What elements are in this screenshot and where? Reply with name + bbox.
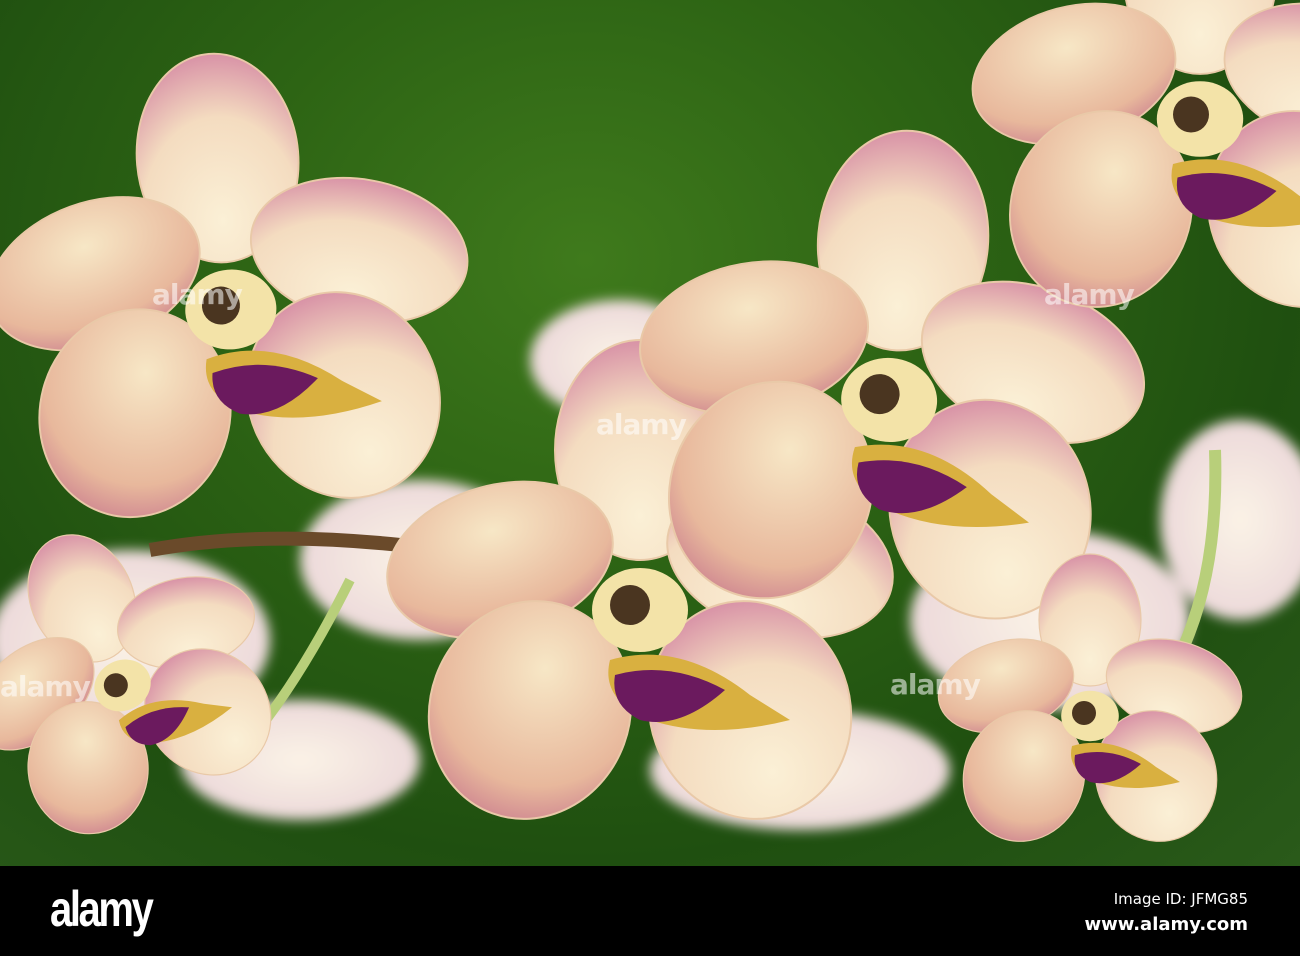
orchid-photo: alamy alamy alamy alamy alamy xyxy=(0,0,1300,866)
anther xyxy=(1072,701,1096,725)
watermark: alamy xyxy=(596,408,687,441)
watermark: alamy xyxy=(152,278,243,311)
stem xyxy=(148,531,401,557)
orchid-flower xyxy=(0,52,469,519)
anther xyxy=(1173,96,1209,133)
image-id: Image ID: JFMG85 xyxy=(1113,890,1248,908)
watermark: alamy xyxy=(1044,278,1135,311)
alamy-logo: alamy xyxy=(50,881,154,937)
footer-bar: alamy Image ID: JFMG85 www.alamy.com xyxy=(0,866,1300,956)
website-link[interactable]: www.alamy.com xyxy=(1084,914,1248,935)
anther xyxy=(610,585,650,625)
watermark: alamy xyxy=(890,668,981,701)
watermark: alamy xyxy=(0,670,91,703)
